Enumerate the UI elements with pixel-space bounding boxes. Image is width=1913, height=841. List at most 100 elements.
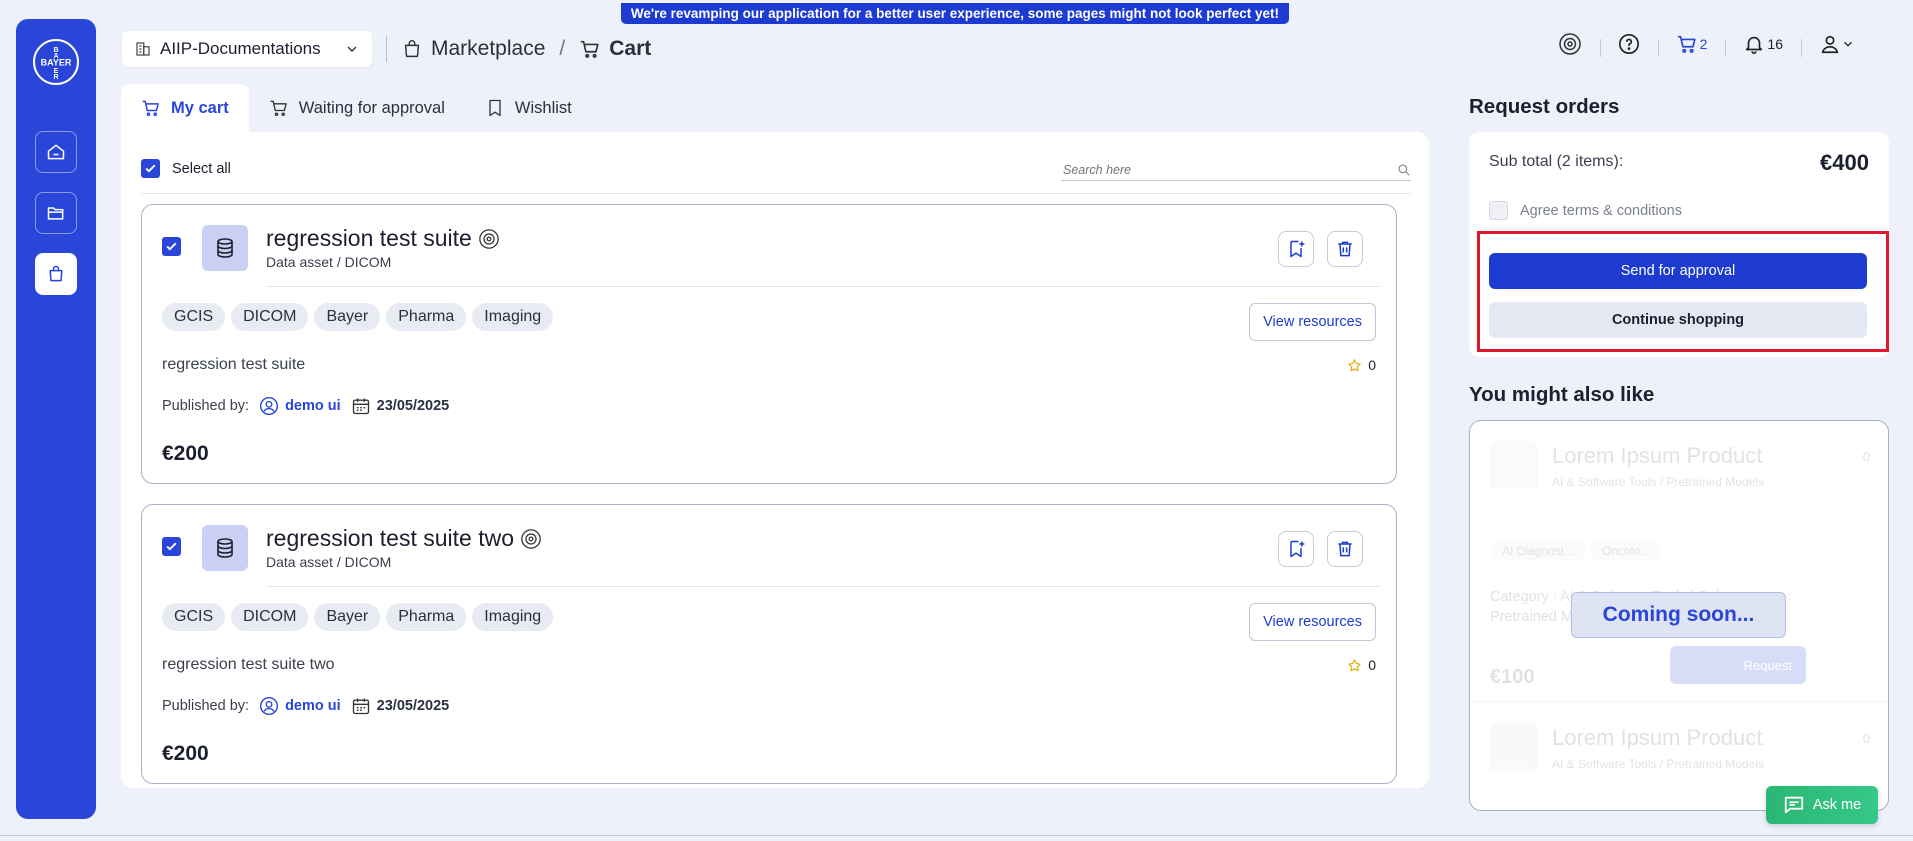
help-button[interactable] [1599, 33, 1658, 57]
sidebar-item-home[interactable] [35, 131, 77, 173]
select-all[interactable]: Select all [141, 159, 231, 178]
ask-me-button[interactable]: Ask me [1766, 786, 1878, 824]
tag: DICOM [231, 303, 309, 331]
star-icon [1348, 358, 1361, 371]
tab-waiting-for-approval[interactable]: Waiting for approval [249, 84, 465, 132]
order-summary: Sub total (2 items): €400 Agree terms & … [1469, 132, 1889, 357]
item-checkbox[interactable] [162, 237, 181, 256]
notifications-button[interactable]: 16 [1725, 33, 1801, 57]
recommendations-panel: Lorem Ipsum Product AI & Software Tools … [1469, 420, 1889, 811]
database-icon [202, 525, 248, 571]
ask-me-label: Ask me [1812, 797, 1862, 813]
check-icon [166, 242, 177, 251]
product-subtitle: AI & Software Tools / Pretrained Models [1552, 475, 1764, 489]
add-to-wishlist-button[interactable] [1278, 231, 1314, 267]
item-checkbox[interactable] [162, 537, 181, 556]
chevron-down-icon [347, 46, 357, 52]
terms-checkbox[interactable] [1489, 201, 1508, 220]
author-link[interactable]: demo ui [285, 698, 341, 714]
cart-panel: Select all regression test suite Data as… [121, 132, 1429, 788]
bag-icon [404, 40, 420, 58]
bayer-logo[interactable]: BAYER B A E R [33, 39, 79, 85]
sidebar-item-folder[interactable] [35, 192, 77, 234]
breadcrumb-separator: / [559, 37, 566, 60]
tab-label: Wishlist [514, 98, 572, 117]
card-divider [266, 286, 1380, 287]
breadcrumb-marketplace[interactable]: Marketplace [431, 37, 545, 61]
send-for-approval-button[interactable]: Send for approval [1489, 253, 1867, 289]
search-input[interactable] [1061, 162, 1397, 177]
cart-item-card: regression test suite two Data asset / D… [141, 504, 1397, 784]
request-button: Request [1670, 646, 1806, 684]
cart-item-card: regression test suite Data asset / DICOM… [141, 204, 1397, 484]
user-circle-icon [260, 396, 279, 416]
terms-agreement[interactable]: Agree terms & conditions [1489, 201, 1682, 220]
subtotal-label: Sub total (2 items): [1489, 153, 1624, 170]
recommended-product: Lorem Ipsum Product AI & Software Tools … [1490, 441, 1870, 701]
delete-item-button[interactable] [1327, 531, 1363, 567]
product-divider [1470, 701, 1888, 702]
item-price: €200 [162, 442, 209, 465]
rating-value: 0 [1368, 657, 1376, 673]
svg-text:A: A [53, 53, 58, 60]
tab-my-cart[interactable]: My cart [121, 84, 249, 132]
bell-icon [1746, 36, 1763, 54]
view-resources-button[interactable]: View resources [1249, 603, 1376, 641]
aperture-icon [479, 228, 499, 249]
user-menu[interactable] [1801, 33, 1873, 57]
product-thumbnail-icon [1490, 723, 1538, 771]
sidebar-item-marketplace[interactable] [35, 253, 77, 295]
delete-item-button[interactable] [1327, 231, 1363, 267]
author-link[interactable]: demo ui [285, 398, 341, 414]
select-all-checkbox[interactable] [141, 159, 160, 178]
home-icon [47, 144, 65, 160]
add-to-wishlist-button[interactable] [1278, 531, 1314, 567]
view-resources-button[interactable]: View resources [1249, 303, 1376, 341]
select-all-label: Select all [172, 160, 231, 177]
check-icon [166, 542, 177, 551]
cart-button[interactable]: 2 [1657, 33, 1726, 57]
published-date: 23/05/2025 [376, 698, 450, 714]
bookmark-icon [489, 99, 501, 117]
item-price: €200 [162, 742, 209, 765]
product-rating: 0 [1862, 449, 1870, 464]
tag: Bayer [314, 603, 381, 631]
product-price: €100 [1490, 666, 1535, 688]
tag: Pharma [386, 603, 467, 631]
item-description: regression test suite [162, 356, 306, 373]
cart-tabs: My cart Waiting for approval Wishlist [121, 84, 592, 132]
user-circle-icon [260, 696, 279, 716]
request-orders-title: Request orders [1469, 95, 1620, 118]
published-info: Published by: demo ui 23/05/2025 [162, 396, 449, 416]
product-thumbnail-icon [1490, 441, 1538, 489]
item-tags: GCIS DICOM Bayer Pharma Imaging [162, 303, 554, 331]
published-date: 23/05/2025 [376, 398, 450, 414]
ai-assistant-button[interactable] [1540, 32, 1600, 56]
item-title[interactable]: regression test suite two [266, 525, 542, 552]
tag: Pharma [386, 303, 467, 331]
tag: Imaging [472, 303, 554, 331]
tab-label: Waiting for approval [298, 98, 445, 117]
topbar-left: AIIP-Documentations Marketplace / Cart [122, 31, 651, 67]
svg-text:R: R [53, 74, 58, 81]
workspace-select[interactable]: AIIP-Documentations [122, 31, 372, 67]
item-title-text: regression test suite [266, 225, 472, 251]
revamp-banner: We're revamping our application for a be… [621, 3, 1289, 24]
tab-label: My cart [171, 98, 229, 117]
published-label: Published by: [162, 398, 250, 414]
tag: Bayer [314, 303, 381, 331]
continue-shopping-button[interactable]: Continue shopping [1489, 302, 1867, 338]
trash-icon [1338, 241, 1352, 257]
tag: GCIS [162, 303, 226, 331]
tab-wishlist[interactable]: Wishlist [465, 84, 592, 132]
notification-count: 16 [1767, 36, 1783, 52]
user-icon [1821, 35, 1839, 54]
item-title[interactable]: regression test suite [266, 225, 500, 252]
database-icon [202, 225, 248, 271]
item-rating: 0 [1347, 357, 1376, 373]
bookmark-plus-icon [1290, 240, 1305, 258]
tag: Imaging [472, 603, 554, 631]
tag: GCIS [162, 603, 226, 631]
subtotal-value: €400 [1820, 150, 1869, 175]
cart-icon [1677, 35, 1696, 53]
